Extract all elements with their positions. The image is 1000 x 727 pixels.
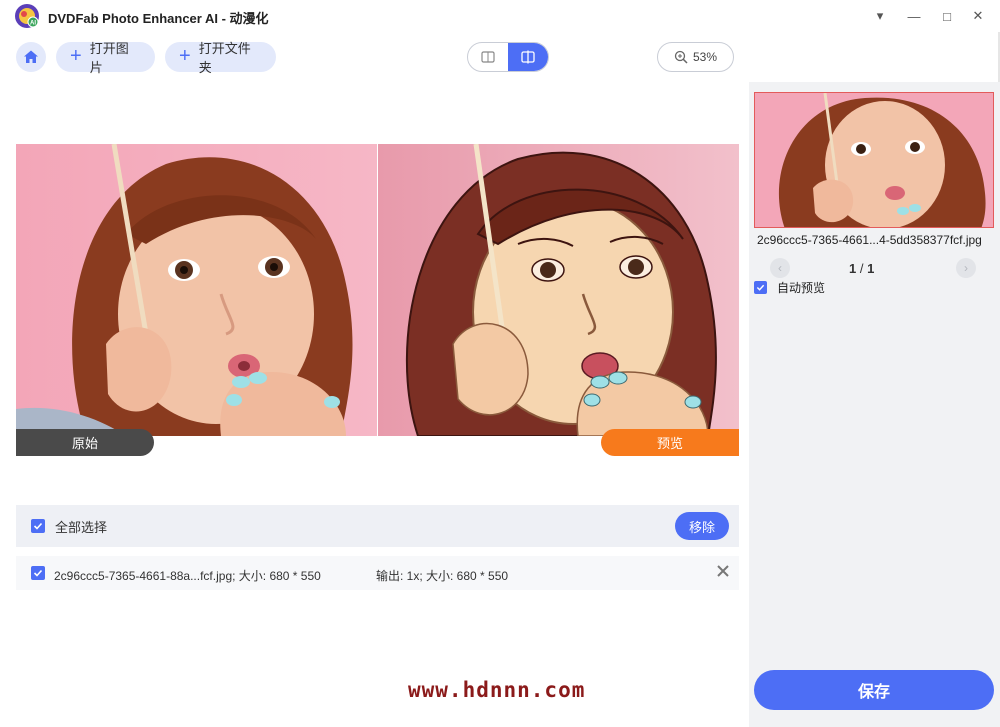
svg-text:AI: AI	[30, 21, 36, 27]
prev-page-button[interactable]: ‹	[770, 258, 790, 278]
next-page-button[interactable]: ›	[956, 258, 976, 278]
home-button[interactable]	[16, 42, 46, 72]
window-title: DVDFab Photo Enhancer AI - 动漫化	[48, 11, 269, 26]
app-logo-icon: AI	[15, 4, 39, 28]
save-button[interactable]: 保存	[754, 670, 994, 710]
row-delete-icon[interactable]	[717, 564, 729, 582]
open-image-label: 打开图片	[89, 41, 129, 75]
single-view-icon	[481, 51, 495, 63]
open-folder-label: 打开文件夹	[198, 41, 251, 75]
select-all-label: 全部选择	[55, 519, 108, 535]
auto-preview-label: 自动预览	[777, 281, 826, 295]
auto-preview-checkbox[interactable]	[754, 281, 767, 294]
view-mode-toggle	[467, 42, 549, 72]
thumbnail-filename: 2c96ccc5-7365-4661...4-5dd358377fcf.jpg	[757, 233, 982, 247]
single-view-button[interactable]	[468, 43, 508, 71]
split-view-icon	[521, 50, 535, 64]
zoom-control[interactable]: 53%	[657, 42, 734, 72]
preview-label: 预览	[601, 429, 739, 456]
row-output-info: 输出: 1x; 大小: 680 * 550	[376, 569, 509, 583]
thumbnail-photo	[755, 93, 993, 227]
page-indicator: 1 / 1	[849, 261, 874, 276]
zoom-level: 53%	[692, 50, 718, 64]
check-icon	[33, 522, 43, 530]
auto-preview-option[interactable]: 自动预览	[754, 279, 825, 296]
chevron-right-icon: ›	[964, 261, 968, 275]
preview-image	[378, 144, 739, 436]
open-image-button[interactable]: + 打开图片	[56, 41, 155, 75]
side-panel: 2c96ccc5-7365-4661...4-5dd358377fcf.jpg …	[749, 82, 1000, 727]
minimize-icon[interactable]: —	[904, 6, 924, 26]
open-folder-button[interactable]: + 打开文件夹	[165, 41, 276, 75]
file-list-header: 全部选择 移除	[16, 505, 739, 547]
page-total: 1	[867, 261, 875, 276]
remove-button[interactable]: 移除	[675, 512, 729, 540]
original-image	[16, 144, 377, 436]
split-view-button[interactable]	[508, 43, 548, 71]
original-photo	[16, 144, 377, 436]
menu-dropdown-icon[interactable]: ▾	[870, 6, 890, 26]
file-list-row[interactable]: 2c96ccc5-7365-4661-88a...fcf.jpg; 大小: 68…	[16, 556, 739, 590]
check-icon	[33, 569, 43, 577]
original-label: 原始	[16, 429, 154, 456]
image-thumbnail[interactable]	[754, 92, 994, 228]
plus-icon: +	[70, 45, 82, 67]
home-icon	[24, 50, 38, 63]
select-all-checkbox[interactable]	[31, 519, 45, 533]
plus-icon: +	[179, 45, 191, 67]
preview-area[interactable]	[16, 144, 739, 436]
title-bar: AI DVDFab Photo Enhancer AI - 动漫化 ▾ — □ …	[0, 0, 1000, 32]
maximize-icon[interactable]: □	[937, 6, 957, 26]
check-icon	[756, 284, 765, 291]
zoom-icon	[674, 50, 688, 64]
watermark-text: www.hdnnn.com	[408, 678, 586, 702]
row-file-info: 2c96ccc5-7365-4661-88a...fcf.jpg; 大小: 68…	[54, 569, 321, 583]
preview-photo	[378, 144, 739, 436]
close-icon[interactable]: ✕	[968, 6, 988, 26]
page-separator: /	[856, 261, 868, 276]
chevron-left-icon: ‹	[778, 261, 782, 275]
app-window: AI DVDFab Photo Enhancer AI - 动漫化 ▾ — □ …	[0, 0, 1000, 727]
row-checkbox[interactable]	[31, 566, 45, 580]
